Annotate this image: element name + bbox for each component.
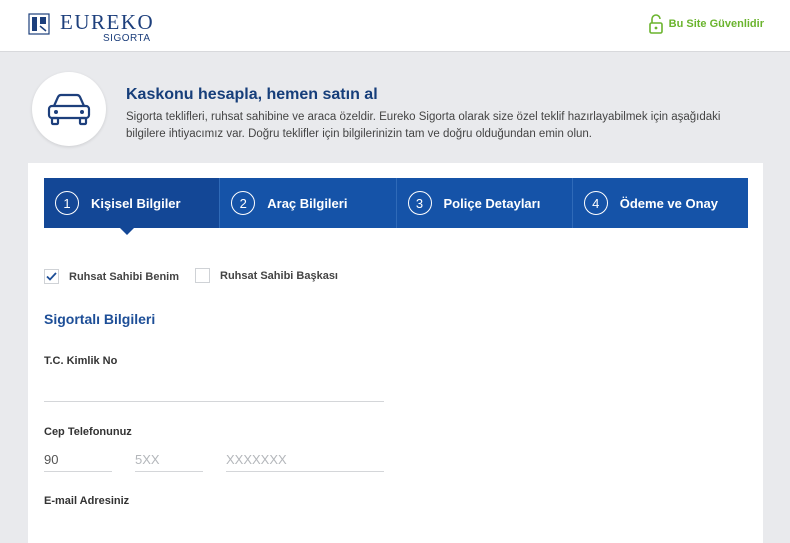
form-card: 1 Kişisel Bilgiler 2 Araç Bilgileri 3 Po… — [28, 163, 763, 543]
step-number: 1 — [55, 191, 79, 215]
step-label: Ödeme ve Onay — [619, 195, 719, 211]
step-number: 4 — [583, 191, 608, 215]
car-icon — [47, 93, 91, 126]
secure-site-badge: Bu Site Güvenlidir — [648, 13, 764, 35]
checkbox-box[interactable] — [195, 268, 210, 283]
hero-car-badge — [32, 72, 106, 146]
step-navigation: 1 Kişisel Bilgiler 2 Araç Bilgileri 3 Po… — [44, 178, 748, 235]
owner-self-label: Ruhsat Sahibi Benim — [69, 270, 180, 283]
page-title: Kaskonu hesapla, hemen satın al — [126, 86, 378, 103]
section-title: Sigortalı Bilgileri — [44, 311, 156, 327]
page-description: Sigorta teklifleri, ruhsat sahibine ve a… — [126, 111, 721, 140]
brand-sub: SIGORTA — [103, 33, 151, 44]
checkmark-icon — [46, 272, 57, 281]
owner-other-label: Ruhsat Sahibi Başkası — [220, 269, 338, 282]
step-number: 2 — [231, 191, 256, 215]
checkbox-box[interactable] — [44, 269, 59, 284]
owner-self-checkbox[interactable]: Ruhsat Sahibi Benim — [44, 269, 179, 284]
step-policy-details[interactable]: 3 Poliçe Detayları — [396, 178, 573, 228]
step-label: Poliçe Detayları — [443, 195, 541, 211]
tc-kimlik-input[interactable] — [44, 382, 384, 402]
step-label: Kişisel Bilgiler — [91, 195, 181, 211]
step-vehicle-info[interactable]: 2 Araç Bilgileri — [220, 178, 397, 228]
brand-name: EUREKO — [60, 10, 155, 34]
lock-icon — [648, 14, 663, 34]
email-label: E-mail Adresiniz — [44, 495, 130, 507]
top-header: EUREKO SIGORTA Bu Site Güvenlidir — [0, 0, 790, 52]
phone-label: Cep Telefonunuz — [44, 426, 132, 438]
phone-country-code-input[interactable] — [44, 452, 112, 472]
owner-other-checkbox[interactable]: Ruhsat Sahibi Başkası — [195, 268, 338, 283]
eureko-logo-mark-icon — [28, 13, 50, 35]
tc-label: T.C. Kimlik No — [44, 355, 118, 367]
step-number: 3 — [407, 191, 432, 215]
step-label: Araç Bilgileri — [267, 195, 348, 211]
phone-number-input[interactable] — [226, 452, 384, 472]
step-payment[interactable]: 4 Ödeme ve Onay — [572, 178, 748, 228]
step-personal-info[interactable]: 1 Kişisel Bilgiler — [44, 178, 221, 235]
secure-site-text: Bu Site Güvenlidir — [668, 18, 764, 30]
phone-area-code-input[interactable] — [135, 452, 203, 472]
